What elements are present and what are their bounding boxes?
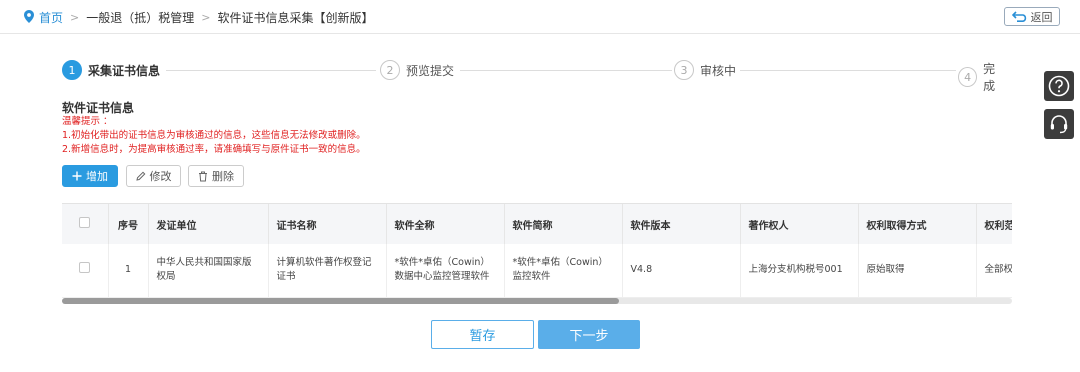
table-cell: 计算机软件著作权登记证书 <box>268 244 387 298</box>
step-label: 审核中 <box>700 63 737 78</box>
table-cell: *软件*卓佑（Cowin）数据中心监控管理软件 <box>386 244 505 298</box>
table-cell: 上海分支机构税号001 <box>740 244 859 298</box>
help-button[interactable] <box>1044 71 1074 101</box>
step-progress: 1 采集证书信息 2 预览提交 3 审核中 4 完成 <box>62 60 1010 94</box>
customer-service-button[interactable] <box>1044 109 1074 139</box>
step-number: 3 <box>674 60 694 80</box>
delete-button-label: 删除 <box>212 170 234 183</box>
section-title: 软件证书信息 <box>62 101 135 115</box>
column-header: 发证单位 <box>148 204 269 244</box>
column-header: 权利范 <box>976 204 1012 244</box>
headset-icon <box>1050 115 1068 134</box>
warm-tips: 温馨提示 ： 1.初始化带出的证书信息为审核通过的信息，这些信息无法修改或删除。… <box>62 115 366 157</box>
certificate-table: 序号 发证单位 证书名称 软件全称 软件简称 软件版本 著作权人 权利取得方式 … <box>62 203 1012 303</box>
table-cell: 全部权 <box>976 244 1012 298</box>
step-connector <box>740 70 956 71</box>
back-button[interactable]: 返回 <box>1004 7 1060 26</box>
add-button-label: 增加 <box>86 170 108 183</box>
column-header: 著作权人 <box>740 204 859 244</box>
breadcrumb-current: 软件证书信息采集【创新版】 <box>217 11 374 25</box>
step-4: 4 完成 <box>958 60 1010 94</box>
select-all-cell <box>62 204 109 244</box>
add-button[interactable]: 增加 <box>62 165 118 187</box>
location-pin-icon <box>24 9 34 26</box>
table-cell: 中华人民共和国国家版权局 <box>148 244 269 298</box>
trash-icon <box>199 171 207 181</box>
breadcrumb-level1[interactable]: 一般退（抵）税管理 <box>86 9 194 26</box>
table-cell: *软件*卓佑（Cowin）监控软件 <box>504 244 623 298</box>
column-header: 权利取得方式 <box>858 204 977 244</box>
step-3: 3 审核中 <box>674 60 741 80</box>
question-mark-icon <box>1048 75 1070 97</box>
step-number: 4 <box>958 67 978 87</box>
select-all-checkbox[interactable] <box>79 217 91 228</box>
tips-line-1: 1.初始化带出的证书信息为审核通过的信息，这些信息无法修改或删除。 <box>62 130 366 141</box>
back-button-label: 返回 <box>1030 10 1053 24</box>
save-draft-button[interactable]: 暂存 <box>431 320 534 349</box>
table-header-row: 序号 发证单位 证书名称 软件全称 软件简称 软件版本 著作权人 权利取得方式 … <box>62 204 1012 244</box>
edit-button[interactable]: 修改 <box>126 165 181 187</box>
column-header: 证书名称 <box>268 204 387 244</box>
return-arrow-icon <box>1011 11 1026 22</box>
step-2: 2 预览提交 <box>380 60 459 80</box>
row-select-cell <box>62 244 109 298</box>
step-1: 1 采集证书信息 <box>62 60 165 80</box>
column-header: 序号 <box>108 204 149 244</box>
table-cell: 1 <box>108 244 149 298</box>
step-number: 1 <box>62 60 82 80</box>
breadcrumb: 首页 > 一般退（抵）税管理 > 软件证书信息采集【创新版】 <box>24 9 373 26</box>
next-step-button[interactable]: 下一步 <box>538 320 640 349</box>
step-label: 采集证书信息 <box>88 63 161 78</box>
top-bar: 首页 > 一般退（抵）税管理 > 软件证书信息采集【创新版】 返回 <box>0 0 1080 34</box>
edit-button-label: 修改 <box>149 170 172 183</box>
step-number: 2 <box>380 60 400 80</box>
breadcrumb-separator: > <box>201 11 211 24</box>
tips-line-2: 2.新增信息时，为提高审核通过率，请准确填写与原件证书一致的信息。 <box>62 144 366 155</box>
table-cell: 原始取得 <box>858 244 977 298</box>
delete-button[interactable]: 删除 <box>188 165 244 187</box>
table-cell: V4.8 <box>622 244 741 298</box>
horizontal-scrollbar[interactable] <box>62 298 1012 304</box>
column-header: 软件版本 <box>622 204 741 244</box>
step-connector <box>166 70 376 71</box>
column-header: 软件全称 <box>386 204 505 244</box>
breadcrumb-home[interactable]: 首页 <box>39 9 63 26</box>
row-checkbox[interactable] <box>79 262 91 274</box>
tips-title: 温馨提示 ： <box>62 116 113 127</box>
column-header: 软件简称 <box>504 204 623 244</box>
step-connector <box>460 70 672 71</box>
scrollbar-thumb[interactable] <box>62 298 619 304</box>
breadcrumb-separator: > <box>70 11 80 24</box>
table-row[interactable]: 1 中华人民共和国国家版权局 计算机软件著作权登记证书 *软件*卓佑（Cowin… <box>62 244 1012 298</box>
step-label: 完成 <box>983 62 996 93</box>
pencil-icon <box>135 171 145 181</box>
step-label: 预览提交 <box>406 63 455 78</box>
plus-icon <box>72 171 82 181</box>
